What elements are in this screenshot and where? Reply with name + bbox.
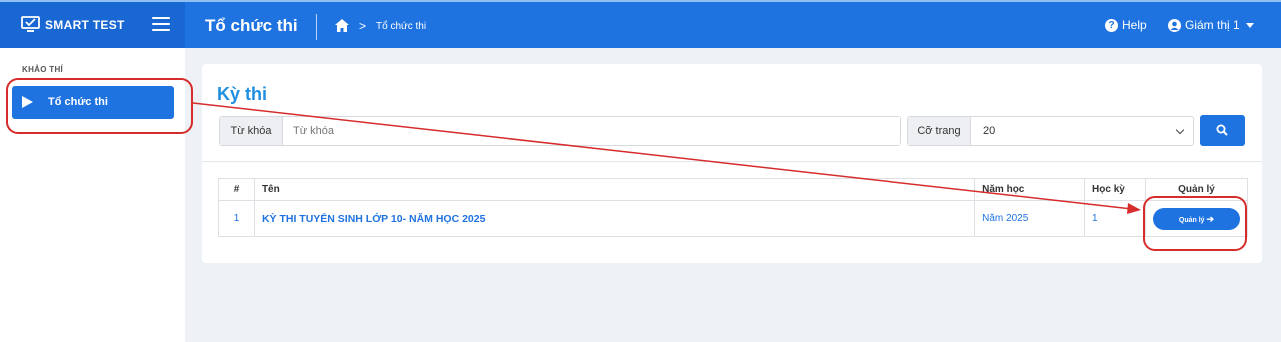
highlight-sidebar-item [6,78,193,134]
page-size-label: Cỡ trang [908,117,971,145]
user-menu[interactable]: Giám thị 1 [1168,18,1254,32]
question-circle-icon: ? [1105,18,1118,32]
table-header-row: # Tên Năm học Học kỳ Quản lý [218,178,1249,201]
keyword-label: Từ khóa [220,117,283,145]
row-name-link[interactable]: KỲ THI TUYỂN SINH LỚP 10- NĂM HỌC 2025 [253,200,976,237]
caret-down-icon [1245,22,1254,28]
help-label: Help [1122,18,1147,32]
row-index: 1 [218,200,255,237]
user-label: Giám thị 1 [1185,18,1240,32]
page-size-value: 20 [983,125,996,137]
search-button[interactable] [1200,115,1245,146]
user-circle-icon [1168,18,1181,32]
card-title: Kỳ thi [217,84,268,104]
breadcrumb-current[interactable]: Tổ chức thi [376,21,426,32]
chevron-down-icon [1175,125,1185,135]
column-header-name: Tên [253,178,976,201]
hamburger-menu-icon[interactable] [152,17,170,31]
table-row: 1 KỲ THI TUYỂN SINH LỚP 10- NĂM HỌC 2025… [218,200,1249,237]
keyword-filter: Từ khóa [219,116,901,146]
exam-list-card: Kỳ thi Từ khóa Cỡ trang 20 # Tên Năm học… [202,64,1262,263]
column-header-term: Học kỳ [1084,178,1146,201]
card-divider [202,161,1262,162]
monitor-logo-icon [21,16,40,32]
page-size-filter: Cỡ trang 20 [907,116,1194,146]
exam-table: # Tên Năm học Học kỳ Quản lý 1 KỲ THI TU… [218,178,1249,237]
help-link[interactable]: ? Help [1105,18,1147,32]
breadcrumb-separator-icon: > [359,19,367,33]
column-header-year: Năm học [974,178,1086,201]
title-divider [316,14,317,40]
row-term: 1 [1084,200,1146,237]
keyword-input[interactable] [283,117,900,145]
row-name: KỲ THI TUYỂN SINH LỚP 10- NĂM HỌC 2025 [261,212,486,225]
row-year: Năm 2025 [974,200,1086,237]
highlight-manage-button [1143,196,1247,251]
brand-name: SMART TEST [45,18,125,32]
page-size-select[interactable]: 20 [971,117,1193,145]
column-header-index: # [218,178,255,201]
brand[interactable]: SMART TEST [0,2,185,48]
search-icon [1216,124,1228,136]
home-icon[interactable] [335,19,349,32]
top-bar: SMART TEST Tổ chức thi > Tổ chức thi ? H… [0,0,1281,48]
sidebar-section-label: KHẢO THÍ [22,65,64,74]
page-title: Tổ chức thi [205,16,298,35]
